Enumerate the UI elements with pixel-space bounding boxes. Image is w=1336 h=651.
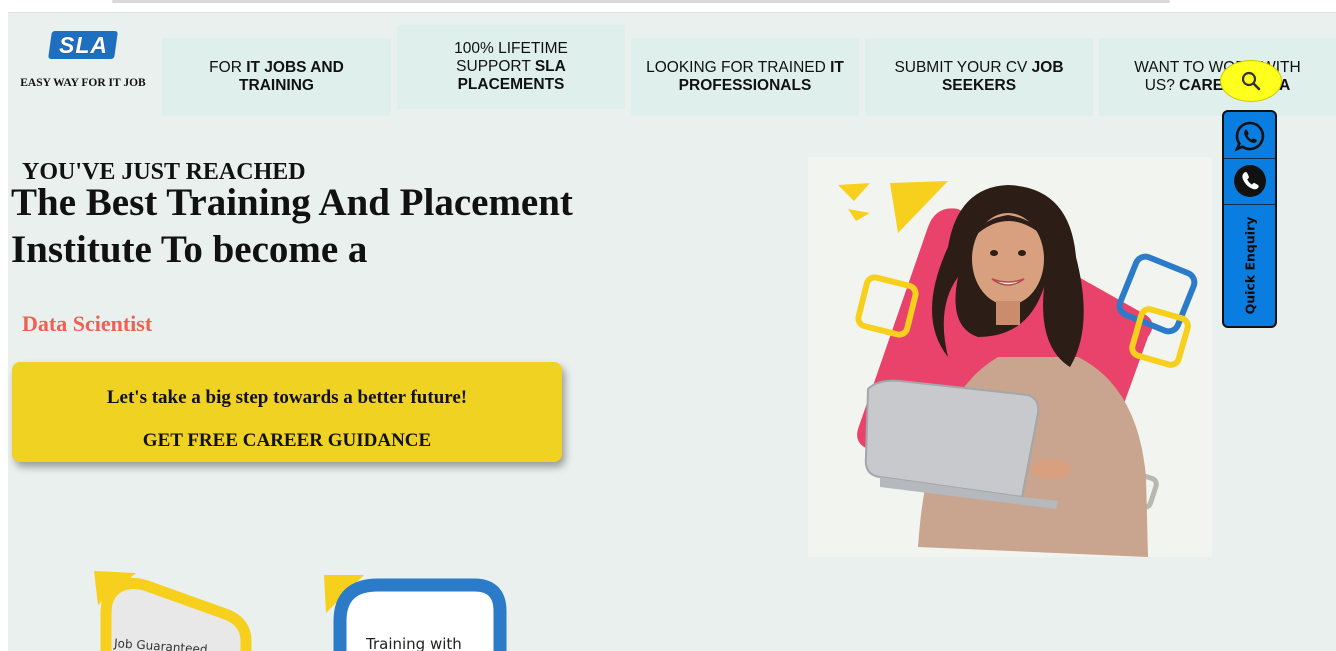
whatsapp-icon (1233, 121, 1264, 152)
browser-scroll-indicator (112, 0, 1170, 3)
training-badge: Training with (324, 575, 507, 651)
cta-label: GET FREE CAREER GUIDANCE (142, 430, 432, 451)
cta-tagline: Let's take a big step towards a better f… (106, 387, 468, 408)
student-with-laptop-illustration (838, 181, 1198, 557)
job-guaranteed-badge: Job Guaranteed (94, 571, 252, 651)
quick-enquiry-button[interactable]: Quick Enquiry (1224, 204, 1275, 326)
career-guidance-button[interactable]: Let's take a big step towards a better f… (12, 362, 562, 462)
training-with-text: Training with (365, 635, 462, 651)
phone-button[interactable] (1224, 159, 1275, 203)
logo-tagline: EASY WAY FOR IT JOB (20, 77, 146, 89)
contact-side-panel: Quick Enquiry (1222, 110, 1277, 328)
nav-item-text: LOOKING FOR TRAINED (646, 59, 831, 76)
nav-item-text: SUBMIT YOUR CV (894, 59, 1032, 76)
nav-item-careers[interactable]: WANT TO WORK WITH US? CAREERS SLA (1099, 38, 1336, 116)
hero-role-text: Data Scientist (22, 311, 153, 336)
phone-icon (1233, 165, 1266, 197)
nav-item-lifetime-support[interactable]: 100% LIFETIME SUPPORT SLA PLACEMENTS (397, 25, 625, 109)
site-logo[interactable]: SLA EASY WAY FOR IT JOB (8, 31, 158, 89)
nav-item-bold-text: IT JOBS AND TRAINING (239, 59, 344, 94)
nav-item-text: FOR (209, 59, 247, 76)
hero-headline: The Best Training And Placement Institut… (11, 181, 573, 271)
nav-item-it-jobs[interactable]: FOR IT JOBS AND TRAINING (162, 38, 391, 116)
nav-item-submit-cv[interactable]: SUBMIT YOUR CV JOB SEEKERS (865, 38, 1093, 116)
nav-item-trained-professionals[interactable]: LOOKING FOR TRAINED IT PROFESSIONALS (631, 38, 859, 116)
search-button[interactable] (1220, 60, 1282, 102)
whatsapp-button[interactable] (1224, 114, 1275, 158)
logo-brand-text: SLA (58, 32, 108, 58)
quick-enquiry-label: Quick Enquiry (1242, 216, 1257, 314)
hero-image (808, 157, 1212, 557)
search-icon (1241, 71, 1261, 91)
page-content: SLA EASY WAY FOR IT JOB FOR IT JOBS AND … (8, 12, 1336, 651)
logo-badge: SLA (48, 31, 118, 59)
